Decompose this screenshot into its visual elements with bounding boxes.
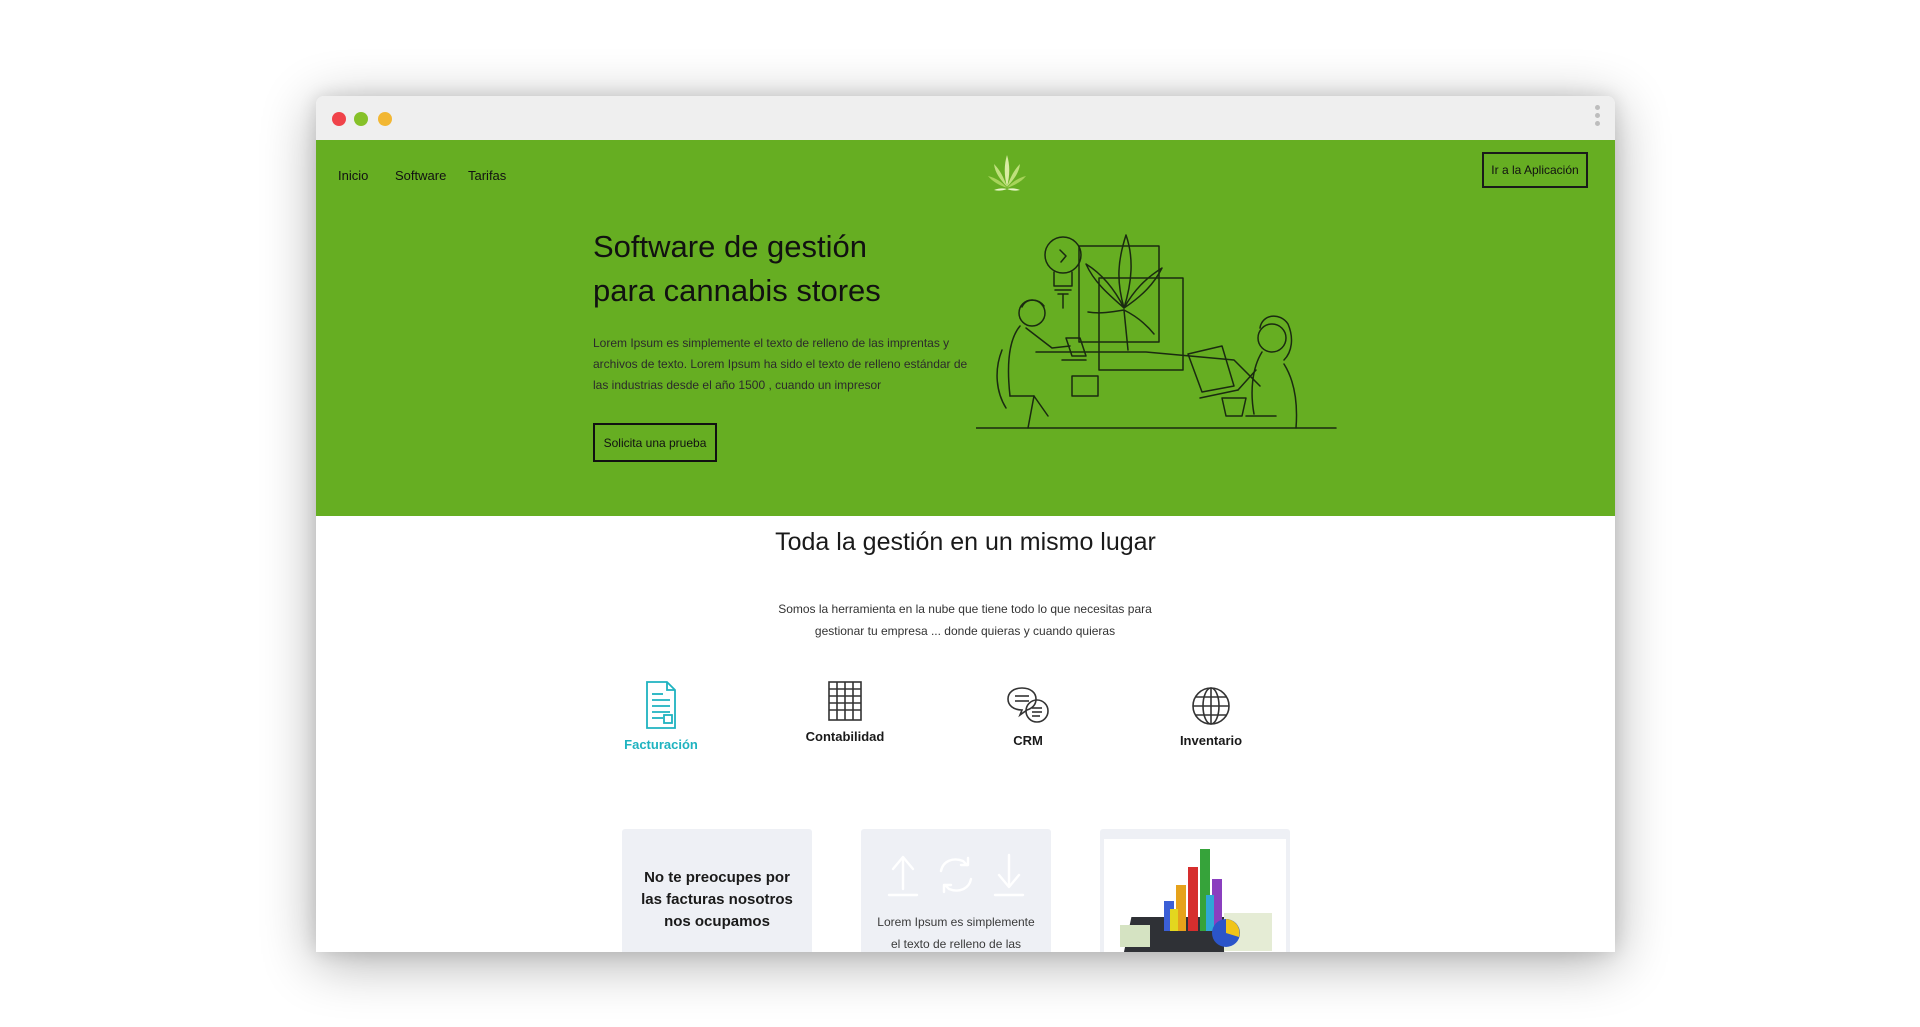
request-trial-button[interactable]: Solicita una prueba bbox=[593, 423, 717, 462]
feature-label-crm: CRM bbox=[1013, 733, 1043, 748]
nav-item-software[interactable]: Software bbox=[395, 168, 446, 183]
browser-window: Inicio Software Tarifas Ir a la Aplicaci… bbox=[316, 96, 1615, 952]
card-sync-icons bbox=[887, 853, 1025, 897]
upload-arrow-icon bbox=[887, 855, 919, 897]
subtitle-line-2: gestionar tu empresa ... donde quieras y… bbox=[814, 624, 1116, 638]
invoice-icon bbox=[646, 681, 676, 729]
3d-bar-chart-image bbox=[1104, 839, 1286, 952]
subtitle-line-1: Somos la herramienta en la nube que tien… bbox=[778, 602, 1152, 616]
hero-title-line-1: Software de gestión bbox=[593, 229, 868, 264]
hero-section: Inicio Software Tarifas Ir a la Aplicaci… bbox=[316, 140, 1615, 516]
card-sync[interactable]: Lorem Ipsum es simplemente el texto de r… bbox=[861, 829, 1051, 952]
go-to-app-button[interactable]: Ir a la Aplicación bbox=[1482, 152, 1588, 188]
feature-contabilidad[interactable]: Contabilidad bbox=[770, 680, 920, 744]
close-window-button[interactable] bbox=[332, 112, 346, 126]
team-working-illustration bbox=[976, 234, 1337, 429]
card-sync-text: Lorem Ipsum es simplemente el texto de r… bbox=[877, 915, 1035, 951]
feature-inventario[interactable]: Inventario bbox=[1136, 686, 1286, 748]
minimize-window-button[interactable] bbox=[354, 112, 368, 126]
features-section-subtitle: Somos la herramienta en la nube que tien… bbox=[775, 598, 1155, 642]
globe-icon bbox=[1192, 687, 1230, 725]
cannabis-leaf-logo[interactable] bbox=[985, 151, 1029, 195]
feature-label-inventario: Inventario bbox=[1179, 733, 1243, 748]
feature-crm[interactable]: CRM bbox=[953, 684, 1103, 748]
feature-label-facturacion: Facturación bbox=[624, 737, 698, 752]
zoom-window-button[interactable] bbox=[378, 112, 392, 126]
hero-description: Lorem Ipsum es simplemente el texto de r… bbox=[593, 336, 968, 392]
kebab-menu-icon[interactable] bbox=[1595, 105, 1601, 131]
feature-facturacion[interactable]: Facturación bbox=[586, 680, 736, 752]
sync-icon bbox=[939, 856, 973, 894]
card-invoices-text: No te preocupes por las facturas nosotro… bbox=[641, 869, 793, 930]
download-arrow-icon bbox=[993, 853, 1025, 897]
chat-bubbles-icon bbox=[1007, 687, 1049, 723]
card-invoices[interactable]: No te preocupes por las facturas nosotro… bbox=[622, 829, 812, 952]
hero-title-line-2: para cannabis stores bbox=[593, 273, 881, 308]
feature-label-contabilidad: Contabilidad bbox=[805, 729, 885, 744]
hero-title: Software de gestión para cannabis stores bbox=[593, 225, 881, 313]
features-section-title: Toda la gestión en un mismo lugar bbox=[775, 528, 1156, 556]
nav-item-inicio[interactable]: Inicio bbox=[338, 168, 368, 183]
ledger-icon bbox=[828, 681, 862, 721]
card-analytics[interactable] bbox=[1100, 829, 1290, 952]
browser-titlebar bbox=[316, 96, 1615, 140]
nav-item-tarifas[interactable]: Tarifas bbox=[468, 168, 506, 183]
